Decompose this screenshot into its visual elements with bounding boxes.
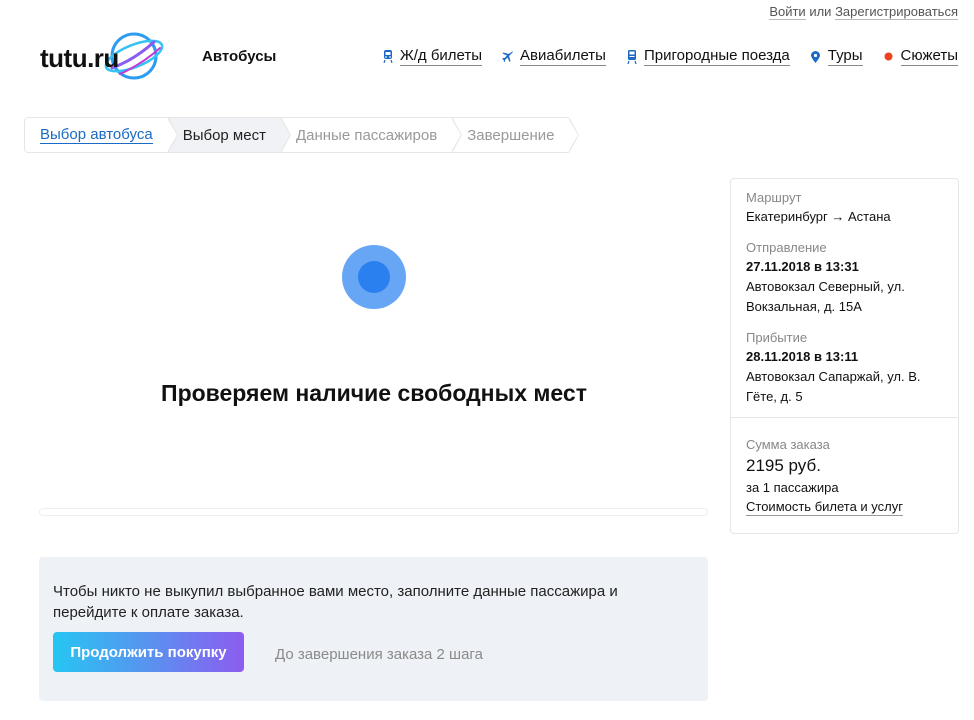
total-block: Сумма заказа 2195 руб. за 1 пассажира Ст… bbox=[746, 436, 903, 516]
step-label: Выбор автобуса bbox=[40, 126, 153, 144]
continue-panel: Чтобы никто не выкупил выбранное вами ме… bbox=[39, 557, 708, 701]
steps-remaining-hint: До завершения заказа 2 шага bbox=[275, 646, 483, 663]
step-arrow bbox=[166, 117, 178, 153]
login-link[interactable]: Войти bbox=[769, 4, 806, 20]
section-name: Автобусы bbox=[202, 48, 277, 65]
departure-block: Отправление 27.11.2018 в 13:31 Автовокза… bbox=[746, 239, 946, 317]
site-logo[interactable]: tutu.ru bbox=[38, 30, 198, 82]
route-block: Маршрут Екатеринбург → Астана bbox=[746, 189, 891, 227]
suburban-train-icon bbox=[626, 49, 638, 64]
step-select-seats: Выбор мест bbox=[167, 117, 291, 153]
route-value: Екатеринбург → Астана bbox=[746, 209, 891, 224]
continue-purchase-button[interactable]: Продолжить покупку bbox=[53, 632, 244, 672]
arrival-label: Прибытие bbox=[746, 330, 808, 345]
step-finish: Завершение bbox=[452, 117, 580, 153]
auth-or-text: или bbox=[809, 4, 832, 19]
register-link[interactable]: Зарегистрироваться bbox=[835, 4, 958, 20]
loading-spinner-icon bbox=[342, 245, 406, 309]
nav-item-suburban[interactable]: Пригородные поезда bbox=[626, 47, 790, 66]
main-nav: Ж/д билеты Авиабилеты Пригородные поезда… bbox=[382, 47, 958, 66]
total-price: 2195 руб. bbox=[746, 456, 821, 475]
map-pin-icon bbox=[810, 50, 822, 64]
auth-links: Войти или Зарегистрироваться bbox=[769, 4, 958, 20]
departure-datetime: 27.11.2018 в 13:31 bbox=[746, 259, 859, 274]
summary-separator bbox=[731, 417, 958, 418]
order-summary: Маршрут Екатеринбург → Астана Отправлени… bbox=[730, 178, 959, 534]
route-label: Маршрут bbox=[746, 190, 802, 205]
nav-item-trains[interactable]: Ж/д билеты bbox=[382, 47, 483, 66]
train-icon bbox=[382, 50, 394, 64]
nav-item-tours[interactable]: Туры bbox=[810, 47, 863, 66]
cost-breakdown-link[interactable]: Стоимость билета и услуг bbox=[746, 498, 903, 516]
nav-label: Ж/д билеты bbox=[399, 47, 483, 66]
step-label: Выбор мест bbox=[182, 126, 266, 144]
loading-spinner-core bbox=[358, 261, 390, 293]
red-dot-icon bbox=[883, 50, 895, 64]
booking-steps: Выбор автобуса Выбор мест Данные пассажи… bbox=[24, 117, 580, 153]
step-arrow bbox=[568, 117, 580, 153]
arrival-block: Прибытие 28.11.2018 в 13:11 Автовокзал С… bbox=[746, 329, 946, 407]
step-passenger-data: Данные пассажиров bbox=[281, 117, 463, 153]
step-arrow bbox=[451, 117, 463, 153]
nav-item-stories[interactable]: Сюжеты bbox=[883, 47, 958, 66]
step-arrow bbox=[279, 117, 291, 153]
content-divider bbox=[39, 508, 708, 516]
arrival-datetime: 28.11.2018 в 13:11 bbox=[746, 349, 859, 364]
step-select-bus[interactable]: Выбор автобуса bbox=[25, 117, 178, 153]
logo-text: tutu.ru bbox=[40, 43, 119, 73]
nav-label: Сюжеты bbox=[900, 47, 958, 66]
step-label: Завершение bbox=[467, 126, 555, 144]
loading-title: Проверяем наличие свободных мест bbox=[161, 380, 587, 406]
nav-label: Туры bbox=[827, 47, 863, 66]
total-label: Сумма заказа bbox=[746, 437, 830, 452]
nav-label: Пригородные поезда bbox=[643, 47, 790, 66]
nav-item-avia[interactable]: Авиабилеты bbox=[502, 47, 606, 66]
continue-text: Чтобы никто не выкупил выбранное вами ме… bbox=[53, 583, 618, 621]
plane-icon bbox=[502, 50, 514, 64]
per-passengers: за 1 пассажира bbox=[746, 480, 839, 495]
step-label: Данные пассажиров bbox=[295, 126, 438, 144]
departure-label: Отправление bbox=[746, 240, 827, 255]
arrival-place: Автовокзал Сапаржай, ул. В. Гёте, д. 5 bbox=[746, 369, 921, 404]
departure-place: Автовокзал Северный, ул. Вокзальная, д. … bbox=[746, 279, 905, 314]
nav-label: Авиабилеты bbox=[520, 47, 606, 66]
